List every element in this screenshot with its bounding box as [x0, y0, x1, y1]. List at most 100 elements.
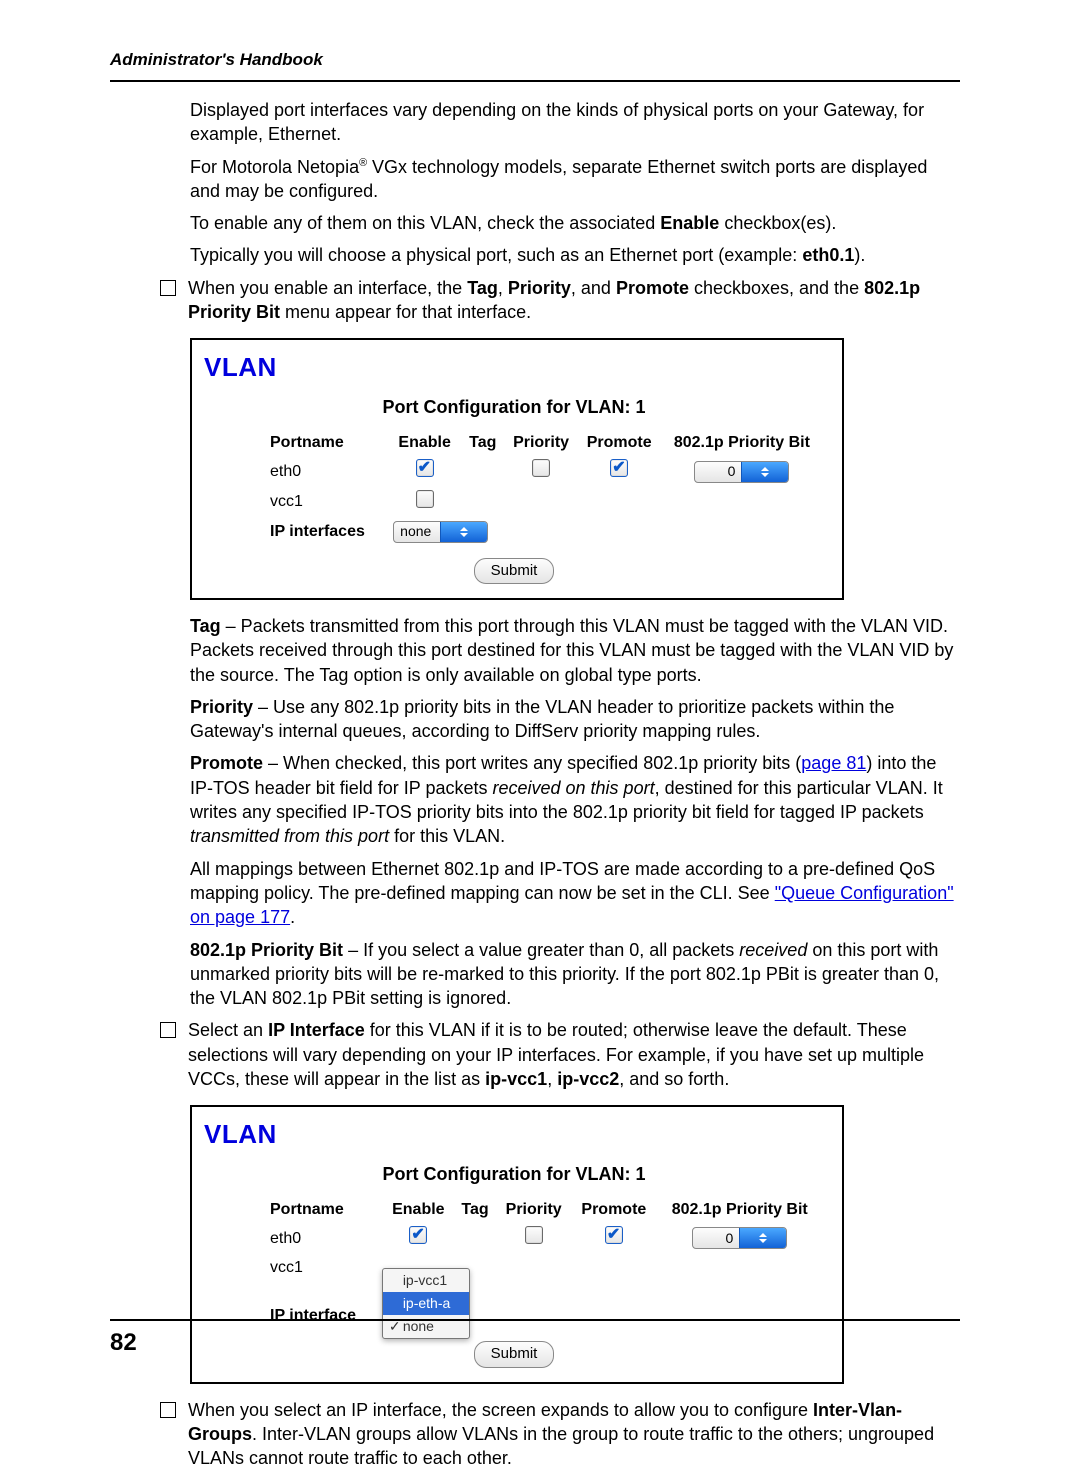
- text: . Inter-VLAN groups allow VLANs in the g…: [188, 1424, 934, 1468]
- text: – Packets transmitted from this port thr…: [190, 616, 953, 685]
- running-header: Administrator's Handbook: [110, 50, 960, 82]
- text: ,: [547, 1069, 557, 1089]
- col-tag: Tag: [462, 430, 503, 456]
- panel-heading: VLAN: [204, 350, 824, 385]
- text: for this VLAN.: [389, 826, 505, 846]
- text: Typically you will choose a physical por…: [190, 245, 802, 265]
- col-promote: Promote: [572, 1197, 655, 1223]
- body-content: Displayed port interfaces vary depending…: [110, 98, 960, 1471]
- stepper-icon: [739, 1228, 786, 1248]
- col-tag: Tag: [455, 1197, 495, 1223]
- portname-value: vcc1: [206, 488, 387, 517]
- text: – Use any 802.1p priority bits in the VL…: [190, 697, 894, 741]
- bold: ip-vcc2: [557, 1069, 619, 1089]
- reg-mark: ®: [359, 157, 367, 169]
- enable-checkbox[interactable]: [416, 490, 434, 508]
- bold: Tag: [190, 616, 221, 636]
- text: – If you select a value greater than 0, …: [343, 940, 739, 960]
- portname-value: vcc1: [206, 1255, 382, 1281]
- bullet-icon: [160, 1022, 176, 1038]
- bullet-ip-interface: Select an IP Interface for this VLAN if …: [160, 1018, 960, 1091]
- promote-checkbox[interactable]: [605, 1226, 623, 1244]
- intro-p4: Typically you will choose a physical por…: [190, 243, 960, 267]
- text: To enable any of them on this VLAN, chec…: [190, 213, 660, 233]
- port-config-table: Portname Enable Tag Priority Promote 802…: [204, 1195, 824, 1331]
- ip-interfaces-label: IP interfaces: [270, 523, 365, 540]
- text: When you enable an interface, the: [188, 278, 467, 298]
- pbit-value: 0: [693, 1229, 739, 1248]
- table-row: vcc1: [206, 488, 822, 517]
- text: ).: [854, 245, 865, 265]
- pbit-value: 0: [695, 462, 741, 481]
- page-number: 82: [110, 1319, 960, 1357]
- italic: received: [739, 940, 807, 960]
- text: .: [290, 907, 295, 927]
- intro-p1: Displayed port interfaces vary depending…: [190, 98, 960, 147]
- table-header: Portname Enable Tag Priority Promote 802…: [206, 1197, 822, 1223]
- portname-value: eth0: [206, 457, 387, 486]
- text: menu appear for that interface.: [280, 302, 531, 322]
- def-promote: Promote – When checked, this port writes…: [190, 751, 960, 848]
- text: When you select an IP interface, the scr…: [188, 1400, 813, 1420]
- text: – When checked, this port writes any spe…: [263, 753, 801, 773]
- bold: Enable: [660, 213, 719, 233]
- bold: IP Interface: [268, 1020, 365, 1040]
- table-row: IP interfaces none: [206, 519, 822, 545]
- italic: received on this port: [492, 778, 654, 798]
- menu-option[interactable]: ip-eth-a: [383, 1292, 469, 1315]
- enable-checkbox[interactable]: [409, 1226, 427, 1244]
- bold: Promote: [190, 753, 263, 773]
- bold: 802.1p Priority Bit: [190, 940, 343, 960]
- table-row: vcc1 ip-vcc1 ip-eth-a none: [206, 1255, 822, 1281]
- bold: Promote: [616, 278, 689, 298]
- italic: transmitted from this port: [190, 826, 389, 846]
- portname-value: eth0: [206, 1224, 382, 1253]
- stepper-icon: [440, 522, 487, 542]
- bullet-inter-vlan: When you select an IP interface, the scr…: [160, 1398, 960, 1471]
- def-pbit: 802.1p Priority Bit – If you select a va…: [190, 938, 960, 1011]
- priority-checkbox[interactable]: [525, 1226, 543, 1244]
- bullet-icon: [160, 280, 176, 296]
- ip-interface-select[interactable]: none: [393, 521, 488, 543]
- priority-checkbox[interactable]: [532, 459, 550, 477]
- menu-option[interactable]: ip-vcc1: [383, 1269, 469, 1292]
- def-tag: Tag – Packets transmitted from this port…: [190, 614, 960, 687]
- table-row: eth0 0: [206, 457, 822, 486]
- col-portname: Portname: [206, 430, 387, 456]
- page-link[interactable]: page 81: [801, 753, 866, 773]
- pbit-select[interactable]: 0: [692, 1227, 787, 1249]
- bold: eth0.1: [802, 245, 854, 265]
- text: Select an: [188, 1020, 268, 1040]
- col-priority: Priority: [505, 430, 576, 456]
- intro-p3: To enable any of them on this VLAN, chec…: [190, 211, 960, 235]
- promote-checkbox[interactable]: [610, 459, 628, 477]
- text: , and: [571, 278, 616, 298]
- text: ,: [498, 278, 508, 298]
- pbit-select[interactable]: 0: [694, 461, 789, 483]
- submit-button[interactable]: Submit: [474, 558, 555, 584]
- col-pbit: 802.1p Priority Bit: [662, 430, 822, 456]
- bold: Priority: [508, 278, 571, 298]
- bullet-enable-interface: When you enable an interface, the Tag, P…: [160, 276, 960, 325]
- col-promote: Promote: [579, 430, 660, 456]
- panel-subtitle: Port Configuration for VLAN: 1: [204, 1162, 824, 1186]
- text: , and so forth.: [619, 1069, 729, 1089]
- table-row: eth0 0: [206, 1224, 822, 1253]
- document-page: Administrator's Handbook Displayed port …: [0, 0, 1080, 1397]
- vlan-panel-1: VLAN Port Configuration for VLAN: 1 Port…: [190, 338, 844, 600]
- text: checkboxes, and the: [689, 278, 864, 298]
- panel-subtitle: Port Configuration for VLAN: 1: [204, 395, 824, 419]
- col-portname: Portname: [206, 1197, 382, 1223]
- bold: ip-vcc1: [485, 1069, 547, 1089]
- enable-checkbox[interactable]: [416, 459, 434, 477]
- bold: Tag: [467, 278, 498, 298]
- port-config-table: Portname Enable Tag Priority Promote 802…: [204, 428, 824, 547]
- text: checkbox(es).: [719, 213, 836, 233]
- col-enable: Enable: [389, 430, 460, 456]
- bold: Priority: [190, 697, 253, 717]
- col-enable: Enable: [384, 1197, 453, 1223]
- def-mapping: All mappings between Ethernet 802.1p and…: [190, 857, 960, 930]
- ip-value: none: [394, 522, 440, 541]
- col-pbit: 802.1p Priority Bit: [657, 1197, 822, 1223]
- stepper-icon: [741, 462, 788, 482]
